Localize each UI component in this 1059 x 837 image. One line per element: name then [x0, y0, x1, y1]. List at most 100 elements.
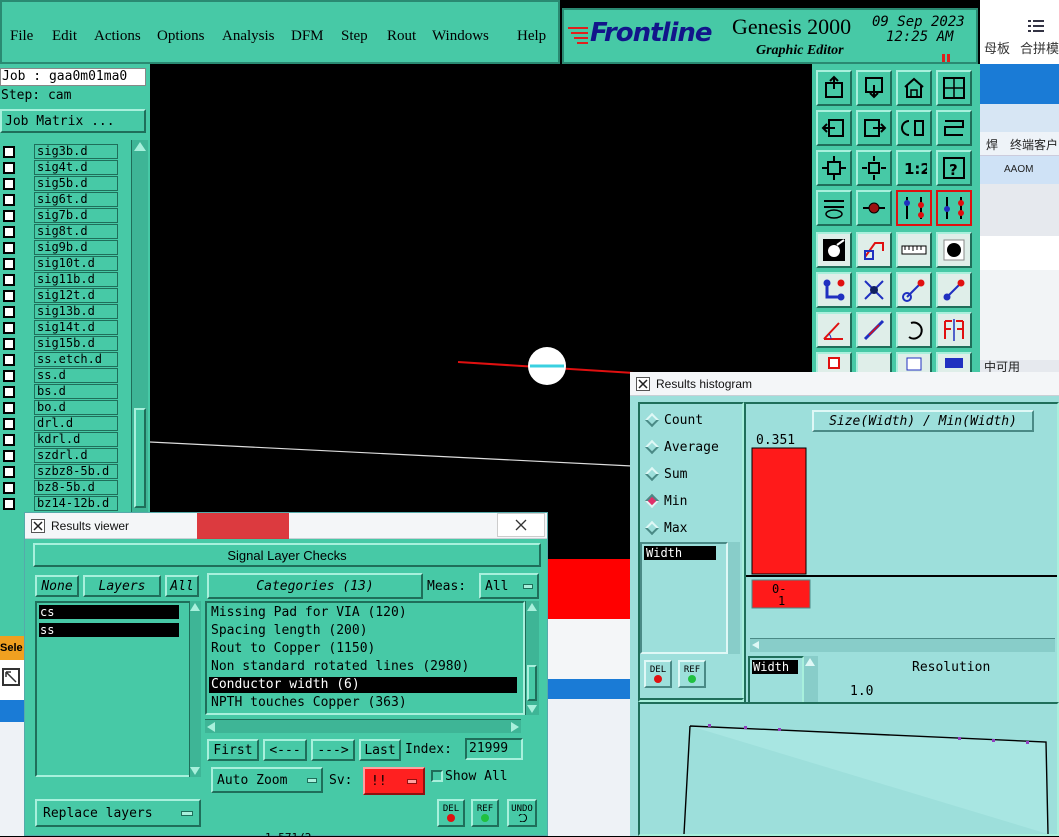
- menu-actions[interactable]: Actions: [94, 28, 141, 45]
- menu-step[interactable]: Step: [341, 28, 368, 45]
- auto-zoom-dropdown[interactable]: Auto Zoom: [211, 767, 323, 793]
- stat-option-sum[interactable]: Sum: [644, 464, 687, 484]
- histogram-bar[interactable]: [751, 447, 807, 575]
- menu-help[interactable]: Help: [517, 28, 546, 45]
- category-item[interactable]: Missing Pad for VIA (120): [209, 605, 517, 621]
- measure-tool-icon[interactable]: [816, 190, 852, 226]
- net-highlight-icon[interactable]: [896, 190, 932, 226]
- prev-button[interactable]: <---: [263, 739, 307, 761]
- categories-button[interactable]: Categories (13): [207, 573, 423, 599]
- pad-tool-icon[interactable]: [856, 190, 892, 226]
- layer-checkbox[interactable]: [3, 482, 15, 494]
- category-item[interactable]: NPTH touches Copper (363): [209, 695, 517, 711]
- menu-windows[interactable]: Windows: [432, 28, 489, 45]
- layer-checkbox[interactable]: [3, 354, 15, 366]
- layer-checkbox[interactable]: [3, 290, 15, 302]
- radio-diamond-icon[interactable]: [644, 412, 660, 428]
- categories-scroll-thumb[interactable]: [527, 665, 537, 701]
- layer-checkbox[interactable]: [3, 194, 15, 206]
- layer-row[interactable]: bo.d: [0, 400, 130, 416]
- layer-row[interactable]: szdrl.d: [0, 448, 130, 464]
- layer-checkbox[interactable]: [3, 226, 15, 238]
- radio-diamond-icon[interactable]: [644, 466, 660, 482]
- stat-option-min[interactable]: Min: [644, 491, 687, 511]
- menu-file[interactable]: File: [10, 28, 33, 45]
- layers-scrollbar[interactable]: [189, 601, 201, 777]
- home-icon[interactable]: [896, 70, 932, 106]
- radio-diamond-icon[interactable]: [644, 493, 660, 509]
- layer-row[interactable]: bz14-12b.d: [0, 496, 130, 512]
- layer-checkbox[interactable]: [3, 450, 15, 462]
- layer-row[interactable]: sig14t.d: [0, 320, 130, 336]
- cross-node-icon[interactable]: [856, 272, 892, 308]
- category-item[interactable]: Conductor width (6): [209, 677, 517, 693]
- layer-row[interactable]: drl.d: [0, 416, 130, 432]
- layer-checkbox[interactable]: [3, 258, 15, 270]
- replace-layers-dropdown[interactable]: Replace layers: [35, 799, 201, 827]
- meas-dropdown[interactable]: All: [479, 573, 539, 599]
- resize-icon[interactable]: [2, 668, 20, 686]
- job-matrix-button[interactable]: Job Matrix ...: [0, 109, 146, 133]
- layer-checkbox[interactable]: [3, 242, 15, 254]
- none-button[interactable]: None: [35, 575, 79, 597]
- arc-icon[interactable]: [896, 312, 932, 348]
- rotate-icon[interactable]: [896, 110, 932, 146]
- angle-line-icon[interactable]: [816, 312, 852, 348]
- layer-row[interactable]: sig9b.d: [0, 240, 130, 256]
- stat-option-average[interactable]: Average: [644, 437, 719, 457]
- scale-1-2-icon[interactable]: 1:2: [896, 150, 932, 186]
- select-strip[interactable]: Sele: [0, 636, 24, 660]
- last-button[interactable]: Last: [359, 739, 401, 761]
- menu-analysis[interactable]: Analysis: [222, 28, 275, 45]
- layer-checkbox[interactable]: [3, 146, 15, 158]
- category-item[interactable]: Rout to Copper (1150): [209, 641, 517, 657]
- layer-checkbox[interactable]: [3, 210, 15, 222]
- layer-checkbox[interactable]: [3, 322, 15, 334]
- mirror-icon[interactable]: [936, 312, 972, 348]
- layer-checkbox[interactable]: [3, 274, 15, 286]
- hist-refresh-button[interactable]: REF: [678, 660, 706, 688]
- layer-list-item[interactable]: ss: [39, 623, 179, 637]
- category-item[interactable]: Spacing length (200): [209, 623, 517, 639]
- results-viewer-titlebar[interactable]: Results viewer: [25, 513, 547, 539]
- pan-down-icon[interactable]: [856, 70, 892, 106]
- layer-checkbox[interactable]: [3, 466, 15, 478]
- layer-row[interactable]: sig10t.d: [0, 256, 130, 272]
- layer-checkbox[interactable]: [3, 370, 15, 382]
- layer-checkbox[interactable]: [3, 386, 15, 398]
- zoom-fit-icon[interactable]: [816, 150, 852, 186]
- layer-row[interactable]: bs.d: [0, 384, 130, 400]
- layer-row[interactable]: sig12t.d: [0, 288, 130, 304]
- layer-list-scroll-thumb[interactable]: [134, 408, 146, 508]
- layer-row[interactable]: sig15b.d: [0, 336, 130, 352]
- hist-delete-button[interactable]: DEL: [644, 660, 672, 688]
- severity-dropdown[interactable]: !!: [363, 767, 425, 795]
- snap-pad-icon[interactable]: [816, 232, 852, 268]
- connect-nodes-icon[interactable]: [816, 272, 852, 308]
- layer-row[interactable]: sig3b.d: [0, 144, 130, 160]
- next-button[interactable]: --->: [311, 739, 355, 761]
- layer-list-item[interactable]: cs: [39, 605, 179, 619]
- pan-left-icon[interactable]: [816, 110, 852, 146]
- menu-options[interactable]: Options: [157, 28, 205, 45]
- bg-tab-label-2[interactable]: 合拼模: [1020, 38, 1059, 57]
- net-select-icon[interactable]: [936, 190, 972, 226]
- layer-row[interactable]: sig7b.d: [0, 208, 130, 224]
- zoom-center-icon[interactable]: [856, 150, 892, 186]
- menu-rout[interactable]: Rout: [387, 28, 416, 45]
- help-icon[interactable]: ?: [936, 150, 972, 186]
- stat-list-scrollbar[interactable]: [728, 542, 740, 654]
- layer-row[interactable]: sig11b.d: [0, 272, 130, 288]
- layer-row[interactable]: sig6t.d: [0, 192, 130, 208]
- layer-row[interactable]: sig4t.d: [0, 160, 130, 176]
- dot-icon[interactable]: [936, 232, 972, 268]
- line-dot-icon[interactable]: [936, 272, 972, 308]
- layer-row[interactable]: bz8-5b.d: [0, 480, 130, 496]
- ruler-icon[interactable]: [896, 232, 932, 268]
- zoom-home-icon[interactable]: [816, 70, 852, 106]
- delete-button[interactable]: DEL: [437, 799, 465, 827]
- layer-row[interactable]: sig5b.d: [0, 176, 130, 192]
- layer-checkbox[interactable]: [3, 402, 15, 414]
- stat-option-max[interactable]: Max: [644, 518, 687, 538]
- menu-edit[interactable]: Edit: [52, 28, 77, 45]
